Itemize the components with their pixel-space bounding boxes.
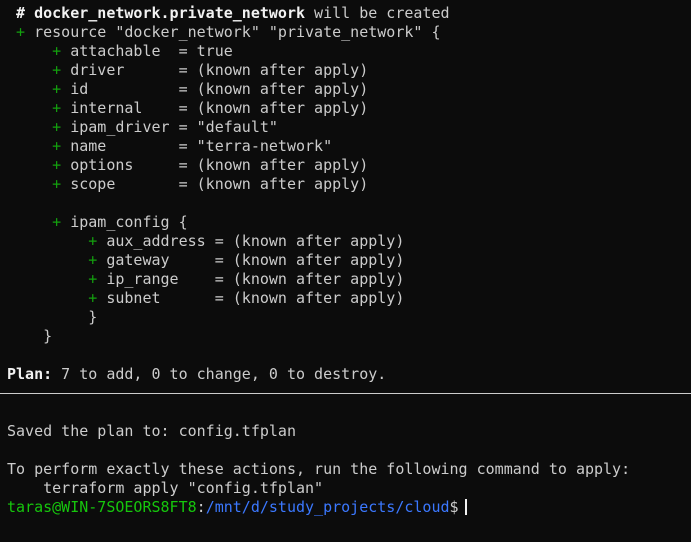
plus-sign: + (88, 289, 98, 307)
resource-line: + resource "docker_network" "private_net… (0, 23, 691, 42)
attribute-line: + options = (known after apply) (0, 156, 691, 175)
instructions-text: To perform exactly these actions, run th… (7, 460, 631, 478)
ipam-attribute-text: subnet = (known after apply) (106, 289, 405, 307)
attribute-line: + id = (known after apply) (0, 80, 691, 99)
ipam-config-open: ipam_config { (70, 213, 188, 231)
attribute-text: scope = (known after apply) (70, 175, 369, 193)
attribute-text: attachable = true (70, 42, 233, 60)
saved-plan-line: Saved the plan to: config.tfplan (0, 422, 691, 441)
resource-declaration: resource "docker_network" "private_netwo… (34, 23, 441, 41)
close-brace: } (43, 327, 53, 345)
shell-prompt-line[interactable]: taras@WIN-7SOEORS8FT8:/mnt/d/study_proje… (0, 498, 691, 517)
plus-sign: + (52, 137, 62, 155)
attribute-line: + attachable = true (0, 42, 691, 61)
attribute-line: + ipam_driver = "default" (0, 118, 691, 137)
attribute-text: ipam_driver = "default" (70, 118, 278, 136)
horizontal-divider (0, 393, 691, 394)
saved-plan-text: Saved the plan to: config.tfplan (7, 422, 296, 440)
ipam-config-line: + ipam_config { (0, 213, 691, 232)
attribute-text: options = (known after apply) (70, 156, 369, 174)
plus-sign: + (52, 80, 62, 98)
ipam-attribute-text: gateway = (known after apply) (106, 251, 405, 269)
plan-summary-label: Plan: (7, 365, 53, 383)
attribute-text: name = "terra-network" (70, 137, 333, 155)
comment-resource-name: docker_network.private_network (34, 4, 306, 22)
plan-summary-line: Plan: 7 to add, 0 to change, 0 to destro… (0, 365, 691, 384)
apply-command-text: terraform apply "config.tfplan" (43, 479, 324, 497)
prompt-colon: : (196, 498, 206, 516)
attribute-line: + internal = (known after apply) (0, 99, 691, 118)
instructions-line: To perform exactly these actions, run th… (0, 460, 691, 479)
plus-sign: + (52, 99, 62, 117)
attribute-line: + driver = (known after apply) (0, 61, 691, 80)
apply-command-line: terraform apply "config.tfplan" (0, 479, 691, 498)
attribute-text: driver = (known after apply) (70, 61, 369, 79)
prompt-user-host: taras@WIN-7SOEORS8FT8 (7, 498, 197, 516)
close-brace: } (88, 308, 98, 326)
plus-sign: + (52, 213, 62, 231)
plus-sign: + (88, 251, 98, 269)
plus-sign: + (16, 23, 26, 41)
ipam-attribute-line: + ip_range = (known after apply) (0, 270, 691, 289)
plus-sign: + (52, 156, 62, 174)
comment-hash: # (16, 4, 26, 22)
text-cursor[interactable] (464, 499, 467, 515)
attribute-line: + name = "terra-network" (0, 137, 691, 156)
plus-sign: + (88, 270, 98, 288)
attribute-text: id = (known after apply) (70, 80, 369, 98)
prompt-path: /mnt/d/study_projects/cloud (205, 498, 450, 516)
resource-close-brace-line: } (0, 327, 691, 346)
plus-sign: + (52, 61, 62, 79)
plan-comment-line: # docker_network.private_network will be… (0, 4, 691, 23)
ipam-close-brace-line: } (0, 308, 691, 327)
comment-suffix: will be created (305, 4, 450, 22)
ipam-attribute-text: aux_address = (known after apply) (106, 232, 405, 250)
plus-sign: + (52, 118, 62, 136)
plus-sign: + (52, 175, 62, 193)
ipam-attribute-text: ip_range = (known after apply) (106, 270, 405, 288)
attribute-text: internal = (known after apply) (70, 99, 369, 117)
plus-sign: + (88, 232, 98, 250)
plan-summary-text: 7 to add, 0 to change, 0 to destroy. (52, 365, 387, 383)
terminal-window[interactable]: # docker_network.private_network will be… (0, 0, 691, 542)
prompt-symbol: $ (449, 498, 459, 516)
plus-sign: + (52, 42, 62, 60)
ipam-attribute-line: + gateway = (known after apply) (0, 251, 691, 270)
attribute-line: + scope = (known after apply) (0, 175, 691, 194)
ipam-attribute-line: + subnet = (known after apply) (0, 289, 691, 308)
ipam-attribute-line: + aux_address = (known after apply) (0, 232, 691, 251)
